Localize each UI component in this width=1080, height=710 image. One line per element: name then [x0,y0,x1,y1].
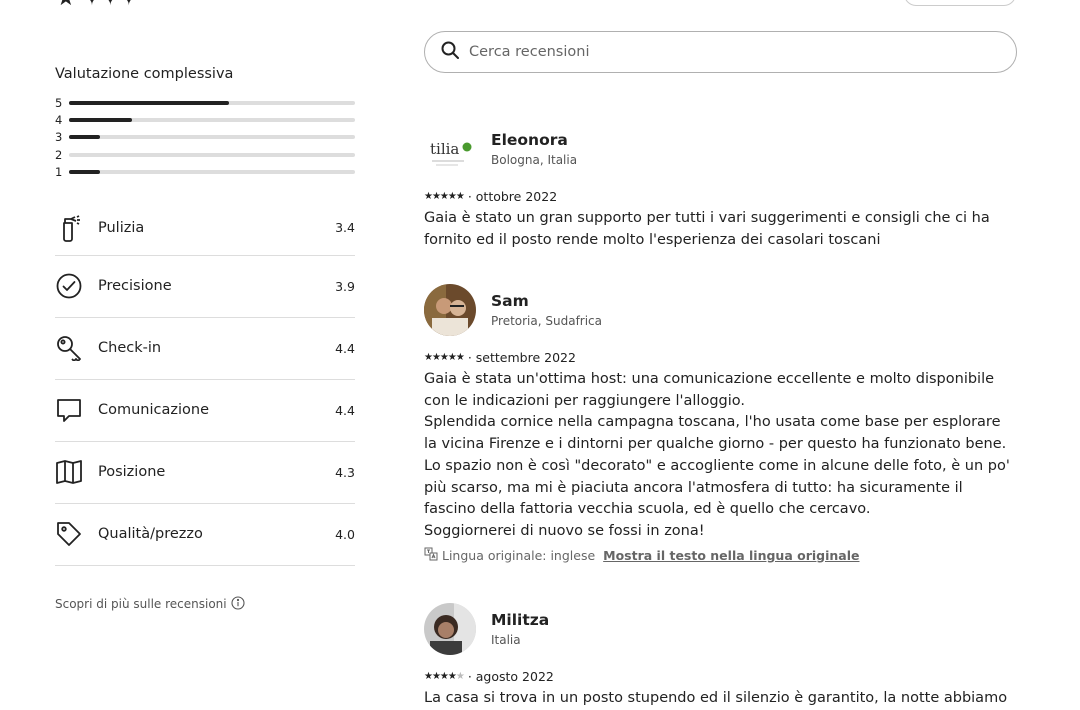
category-checkin: Check-in 4.4 [55,318,355,380]
category-label: Pulizia [98,219,145,236]
review-text: La casa si trova in un posto stupendo ed… [424,690,1008,706]
review-meta: ★★★★★ · agosto 2022 [424,669,1017,684]
category-ratings: Pulizia 3.4 Precisione 3.9 Check-in 4.4 … [55,201,355,566]
histogram-star-label: 1 [55,165,63,180]
histogram-fill [69,118,132,123]
histogram-row: 2 [55,146,355,163]
category-accuracy: Precisione 3.9 [55,256,355,318]
chat-bubble-icon [55,396,83,424]
histogram-row: 3 [55,129,355,146]
review-meta: ★★★★★ · ottobre 2022 [424,189,1017,204]
review-text: Gaia è stato un gran supporto per tutti … [424,210,990,248]
histogram-track [69,100,355,105]
reviewer-location: Italia [491,633,521,647]
category-communication: Comunicazione 4.4 [55,380,355,442]
review-header: tilia Eleonora Bologna, Italia [424,123,1017,175]
histogram-row: 4 [55,111,355,128]
review-header: Militza Italia [424,603,1017,655]
histogram-track [69,152,355,157]
review-text: Gaia è stata un'ottima host: una comunic… [424,371,1010,539]
review-item: Sam Pretoria, Sudafrica ★★★★★ · settembr… [424,284,1017,564]
star-rating: ★★★★★ [424,191,465,202]
category-cleanliness: Pulizia 3.4 [55,201,355,256]
star-rating: ★★★★★ [424,352,465,363]
review-header: Sam Pretoria, Sudafrica [424,284,1017,336]
translate-icon [424,547,438,564]
star-rating: ★★★★★ [424,671,465,682]
avatar[interactable] [424,284,476,336]
histogram-track [69,118,355,123]
check-circle-icon [55,272,83,300]
map-icon [55,458,83,486]
reviewer-location: Pretoria, Sudafrica [491,314,603,328]
histogram-star-label: 4 [55,113,63,128]
category-score: 4.4 [335,340,355,356]
category-score: 3.9 [335,278,355,294]
original-language-label: Lingua originale: inglese [442,547,596,563]
price-tag-icon [55,520,83,548]
histogram-row: 5 [55,94,355,111]
histogram-fill [69,135,101,140]
show-original-link[interactable]: Mostra il testo nella lingua originale [603,548,859,563]
review-date: · ottobre 2022 [467,189,558,204]
spray-bottle-icon [55,214,83,242]
histogram-row: 1 [55,164,355,181]
review-date: · agosto 2022 [467,669,554,684]
histogram-star-label: 5 [55,95,63,110]
overall-rating-title: Valutazione complessiva [55,66,234,82]
header-partial-rating: ★ ✦✦✦ [56,0,138,11]
review-item: Militza Italia ★★★★★ · agosto 2022 La ca… [424,603,1017,710]
reviewer-name: Militza [491,611,550,629]
reviewer-location: Bologna, Italia [491,153,578,167]
reviews-panel: tilia Eleonora Bologna, Italia ★★★★★ · o… [424,31,1017,706]
category-value: Qualità/prezzo 4.0 [55,504,355,566]
search-icon [441,41,459,63]
reviewer-name: Sam [491,292,529,310]
avatar[interactable] [424,603,476,655]
review-search-bar[interactable] [424,31,1017,73]
category-score: 3.4 [335,220,355,236]
category-score: 4.0 [335,526,355,542]
category-label: Qualità/prezzo [98,526,203,543]
category-score: 4.4 [335,402,355,418]
rating-summary: Valutazione complessiva 5 4 3 2 1 Pulizi… [55,66,355,613]
key-icon [55,334,83,362]
info-icon[interactable] [231,596,245,613]
review-meta: ★★★★★ · settembre 2022 [424,350,1017,365]
avatar[interactable]: tilia [424,123,476,175]
category-label: Posizione [98,464,166,481]
avatar-logo-text: tilia [430,140,459,158]
histogram-star-label: 3 [55,130,63,145]
rating-histogram: 5 4 3 2 1 [55,94,355,181]
header-partial-button[interactable] [904,0,1016,6]
category-label: Precisione [98,278,172,295]
category-location: Posizione 4.3 [55,442,355,504]
histogram-star-label: 2 [55,147,63,162]
review-date: · settembre 2022 [467,350,576,365]
histogram-track [69,170,355,175]
histogram-track [69,135,355,140]
category-score: 4.3 [335,464,355,480]
category-label: Comunicazione [98,402,210,419]
learn-more-label: Scopri di più sulle recensioni [55,597,227,612]
reviewer-name: Eleonora [491,131,568,149]
histogram-fill [69,100,230,105]
histogram-fill [69,170,101,175]
original-language-note: Lingua originale: inglese Mostra il test… [424,547,1017,564]
search-input[interactable] [467,43,951,61]
learn-more-reviews-link[interactable]: Scopri di più sulle recensioni [55,596,355,613]
category-label: Check-in [98,340,162,357]
review-item: tilia Eleonora Bologna, Italia ★★★★★ · o… [424,123,1017,251]
